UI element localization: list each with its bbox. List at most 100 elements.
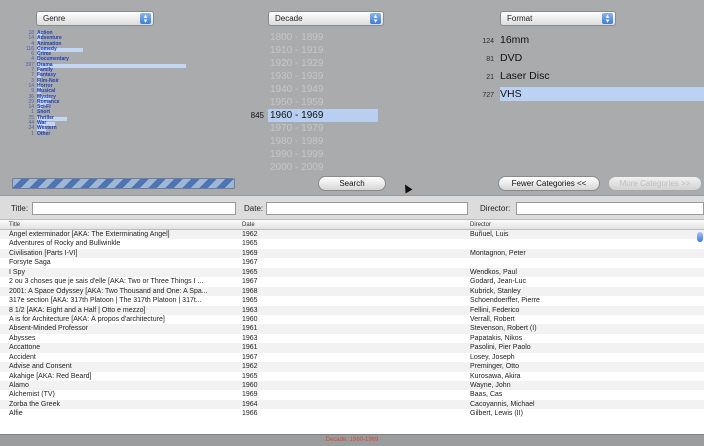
genre-item[interactable]: 1 Other [10, 130, 210, 137]
date-cell: 1962 [242, 231, 258, 238]
table-row[interactable]: Alamo 1960 Wayne, John [0, 381, 704, 391]
table-row[interactable]: I Spy 1965 Wendkos, Paul [0, 267, 704, 278]
decade-popup[interactable]: Decade ▴ ▾ [268, 11, 384, 26]
table-row[interactable]: 2 ou 3 choses que je sais d'elle [AKA: T… [0, 277, 704, 286]
title-cell: Adventures of Rocky and Bullwinkle [9, 240, 121, 248]
director-cell: Wayne, John [470, 382, 511, 389]
date-cell: 1965 [242, 268, 258, 276]
table-row[interactable]: Accattone 1961 Pasolini, Pier Paolo [0, 343, 704, 353]
title-cell: 2001: A Space Odyssey [AKA: Two Thousand… [9, 287, 208, 295]
title-cell: Civilisation [Parts I-VI] [9, 249, 78, 257]
title-filter-input[interactable] [32, 202, 236, 215]
table-row[interactable]: Zorba the Greek 1964 Cacoyannis, Michael [0, 399, 704, 410]
format-count: 21 [486, 74, 494, 81]
table-row[interactable]: A is for Architecture [AKA: À propos d'a… [0, 315, 704, 324]
format-count: 81 [486, 56, 494, 63]
decade-label: 1910 - 1919 [270, 45, 324, 56]
decade-label: 1980 - 1989 [270, 136, 324, 147]
scrollbar-thumb[interactable] [697, 232, 703, 242]
table-row[interactable]: Alchemist (TV) 1969 Baas, Cas [0, 390, 704, 399]
decade-item[interactable]: 2000 - 2009 [236, 161, 466, 174]
search-button[interactable]: Search [318, 176, 386, 191]
date-cell: 1967 [242, 353, 258, 361]
title-cell: Ángel exterminador [AKA: The Exterminati… [9, 231, 170, 238]
table-row[interactable]: Advise and Consent 1962 Preminger, Otto [0, 362, 704, 372]
fewer-categories-button[interactable]: Fewer Categories << [498, 176, 600, 191]
decade-item[interactable]: 1990 - 1999 [236, 148, 466, 161]
title-column-header[interactable]: Title [9, 220, 237, 230]
date-cell: 1966 [242, 410, 258, 418]
decade-item[interactable]: 1910 - 1919 [236, 44, 466, 57]
progress-bar [12, 178, 235, 189]
decade-label: 1950 - 1959 [270, 97, 324, 108]
title-cell: Alfie [9, 410, 23, 418]
status-bar: Decade: 1960-1969 [0, 434, 704, 446]
date-cell: 1967 [242, 259, 258, 267]
director-cell: Preminger, Otto [470, 363, 520, 371]
decade-item[interactable]: 1930 - 1939 [236, 70, 466, 83]
decade-list: 1800 - 1899 1910 - 1919 1920 - 1929 1930 - … [236, 31, 466, 174]
format-item[interactable]: 727 VHS [466, 85, 704, 103]
date-column-header[interactable]: Date [242, 220, 302, 230]
date-cell: 1961 [242, 344, 258, 352]
date-cell: 1960 [242, 315, 258, 323]
date-cell: 1960 [242, 382, 258, 389]
genre-popup[interactable]: Genre ▴ ▾ [36, 11, 154, 26]
decade-item[interactable]: 1950 - 1959 [236, 96, 466, 109]
table-row[interactable]: Alfie 1966 Gilbert, Lewis (II) [0, 409, 704, 418]
format-popup[interactable]: Format ▴ ▾ [500, 11, 616, 26]
format-item[interactable]: 81 DVD [466, 49, 704, 67]
director-cell: Baas, Cas [470, 391, 503, 399]
date-cell: 1968 [242, 287, 258, 295]
format-label: Laser Disc [500, 70, 550, 82]
table-row[interactable]: Forsyte Saga 1967 [0, 258, 704, 267]
decade-label: 1990 - 1999 [270, 149, 324, 160]
date-cell: 1964 [242, 400, 258, 408]
director-cell: Fellini, Federico [470, 306, 520, 314]
table-row[interactable]: Ángel exterminador [AKA: The Exterminati… [0, 230, 704, 240]
table-row[interactable]: Abysses 1963 Papatakis, Nikos [0, 334, 704, 343]
format-label: VHS [500, 88, 522, 100]
table-row[interactable]: 317e section [AKA: 317th Platoon | The 3… [0, 296, 704, 305]
decade-popup-label: Decade [275, 14, 303, 23]
table-row[interactable]: Absent-Minded Professor 1961 Stevenson, Ro… [0, 324, 704, 334]
director-column-header[interactable]: Director [470, 220, 690, 230]
title-cell: Forsyte Saga [9, 259, 51, 267]
date-cell: 1963 [242, 334, 258, 342]
director-cell: Cacoyannis, Michael [470, 400, 535, 408]
title-cell: Alamo [9, 382, 29, 389]
title-cell: Akahige [AKA: Red Beard] [9, 372, 92, 380]
decade-item[interactable]: 1940 - 1949 [236, 83, 466, 96]
results-table: Title Date Director Ángel exterminador [… [0, 220, 704, 434]
table-row[interactable]: Accident 1967 Losey, Joseph [0, 353, 704, 362]
date-filter-input[interactable] [266, 202, 468, 215]
date-cell: 1962 [242, 363, 258, 371]
date-cell: 1969 [242, 249, 258, 257]
table-row[interactable]: Akahige [AKA: Red Beard] 1965 Kurosawa, Ak… [0, 372, 704, 381]
format-label: 16mm [500, 34, 530, 46]
table-row[interactable]: Adventures of Rocky and Bullwinkle 1965 [0, 239, 704, 248]
title-cell: Absent-Minded Professor [9, 325, 88, 333]
director-filter-input[interactable] [516, 202, 704, 215]
table-row[interactable]: 8 1/2 [AKA: Eight and a Half | Otto e me… [0, 305, 704, 315]
decade-label: 1800 - 1899 [270, 32, 324, 43]
title-cell: I Spy [9, 268, 25, 276]
decade-item[interactable]: 845 1960 - 1969 [236, 109, 466, 122]
filter-row: Title: Date: Director: [0, 195, 704, 220]
table-row[interactable]: Civilisation [Parts I-VI] 1969 Montagnon, … [0, 248, 704, 259]
title-cell: 2 ou 3 choses que je sais d'elle [AKA: T… [9, 278, 204, 286]
decade-item[interactable]: 1800 - 1899 [236, 31, 466, 44]
decade-label: 1960 - 1969 [270, 110, 324, 121]
table-row[interactable]: 2001: A Space Odyssey [AKA: Two Thousand… [0, 286, 704, 297]
decade-item[interactable]: 1920 - 1929 [236, 57, 466, 70]
format-item[interactable]: 21 Laser Disc [466, 67, 704, 85]
table-body: Ángel exterminador [AKA: The Exterminati… [0, 230, 704, 419]
director-cell: Montagnon, Peter [470, 249, 526, 257]
title-cell: Abysses [9, 334, 36, 342]
decade-item[interactable]: 1980 - 1989 [236, 135, 466, 148]
genre-popup-label: Genre [43, 14, 66, 23]
genre-label: Other [37, 130, 51, 137]
format-item[interactable]: 124 16mm [466, 31, 704, 49]
decade-item[interactable]: 1970 - 1979 [236, 122, 466, 135]
more-categories-button[interactable]: More Categories >> [608, 176, 702, 191]
